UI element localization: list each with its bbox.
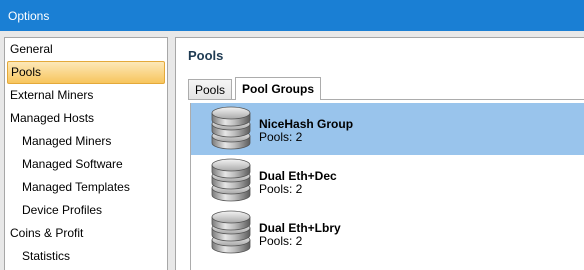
- database-icon: [211, 106, 251, 150]
- sidebar-item-device-profiles[interactable]: Device Profiles: [5, 199, 167, 222]
- tab-pools[interactable]: Pools: [188, 79, 233, 100]
- group-name: NiceHash Group: [259, 117, 354, 131]
- database-icon: [211, 158, 251, 202]
- group-pool-count: Pools: 2: [259, 234, 303, 248]
- content-panel: Pools Pools Pool Groups NiceHash Group P…: [175, 37, 584, 270]
- group-name: Dual Eth+Lbry: [259, 221, 341, 235]
- list-item-nicehash-group[interactable]: NiceHash Group Pools: 2: [191, 103, 584, 155]
- list-item-dual-eth-lbry[interactable]: Dual Eth+Lbry Pools: 2: [191, 207, 584, 259]
- sidebar-item-managed-software[interactable]: Managed Software: [5, 153, 167, 176]
- page-title: Pools: [188, 48, 224, 63]
- group-pool-count: Pools: 2: [259, 182, 303, 196]
- sidebar-nav: General Pools External Miners Managed Ho…: [4, 37, 168, 270]
- sidebar-item-pools[interactable]: Pools: [7, 61, 165, 84]
- group-pool-count: Pools: 2: [259, 130, 303, 144]
- sidebar-item-statistics[interactable]: Statistics: [5, 245, 167, 268]
- sidebar-item-external-miners[interactable]: External Miners: [5, 84, 167, 107]
- list-item-dual-eth-dec[interactable]: Dual Eth+Dec Pools: 2: [191, 155, 584, 207]
- window-body: General Pools External Miners Managed Ho…: [0, 31, 584, 270]
- tab-pool-groups[interactable]: Pool Groups: [235, 77, 321, 100]
- sidebar-item-general[interactable]: General: [5, 38, 167, 61]
- group-name: Dual Eth+Dec: [259, 169, 337, 183]
- sidebar-item-managed-templates[interactable]: Managed Templates: [5, 176, 167, 199]
- window-titlebar: Options: [0, 0, 584, 31]
- sidebar-item-managed-hosts[interactable]: Managed Hosts: [5, 107, 167, 130]
- pool-group-list: NiceHash Group Pools: 2 Dual Eth+Dec Poo…: [190, 103, 584, 270]
- sidebar-item-coins-profit[interactable]: Coins & Profit: [5, 222, 167, 245]
- sidebar-item-managed-miners[interactable]: Managed Miners: [5, 130, 167, 153]
- database-icon: [211, 210, 251, 254]
- window-title: Options: [8, 9, 50, 23]
